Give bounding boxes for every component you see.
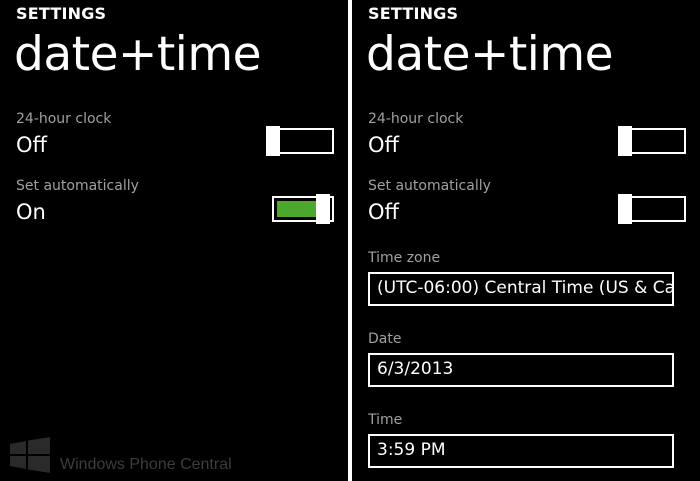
right-phone-screen: SETTINGS date+time 24-hour clock Off Set… [352, 0, 700, 481]
clock-24h-value: Off [368, 133, 399, 157]
page-title: date+time [366, 27, 614, 82]
left-phone-screen: SETTINGS date+time 24-hour clock Off Set… [0, 0, 348, 481]
app-title: SETTINGS [368, 4, 459, 23]
set-automatically-label: Set automatically [16, 178, 139, 194]
windows-logo-icon [10, 437, 50, 473]
set-automatically-toggle[interactable] [618, 194, 686, 224]
time-label: Time [368, 412, 403, 428]
time-zone-picker[interactable]: (UTC-06:00) Central Time (US & Canada) [368, 272, 674, 306]
toggle-track [624, 196, 686, 222]
date-value: 6/3/2013 [377, 359, 454, 379]
clock-24h-label: 24-hour clock [368, 111, 464, 127]
watermark-text: Windows Phone Central [60, 456, 232, 473]
time-zone-label: Time zone [368, 250, 441, 266]
page-title: date+time [14, 27, 262, 82]
time-zone-value: (UTC-06:00) Central Time (US & Canada) [377, 278, 674, 298]
set-automatically-toggle[interactable] [266, 194, 334, 224]
toggle-fill [277, 201, 317, 217]
toggle-track [272, 128, 334, 154]
set-automatically-value: On [16, 200, 46, 224]
time-value: 3:59 PM [377, 440, 446, 460]
app-title: SETTINGS [16, 4, 107, 23]
date-label: Date [368, 331, 402, 347]
toggle-track [624, 128, 686, 154]
clock-24h-toggle[interactable] [266, 126, 334, 156]
time-picker[interactable]: 3:59 PM [368, 434, 674, 468]
toggle-thumb[interactable] [316, 194, 330, 224]
clock-24h-value: Off [16, 133, 47, 157]
date-picker[interactable]: 6/3/2013 [368, 353, 674, 387]
clock-24h-toggle[interactable] [618, 126, 686, 156]
set-automatically-label: Set automatically [368, 178, 491, 194]
toggle-thumb[interactable] [266, 126, 280, 156]
clock-24h-label: 24-hour clock [16, 111, 112, 127]
set-automatically-value: Off [368, 200, 399, 224]
toggle-thumb[interactable] [618, 194, 632, 224]
toggle-thumb[interactable] [618, 126, 632, 156]
